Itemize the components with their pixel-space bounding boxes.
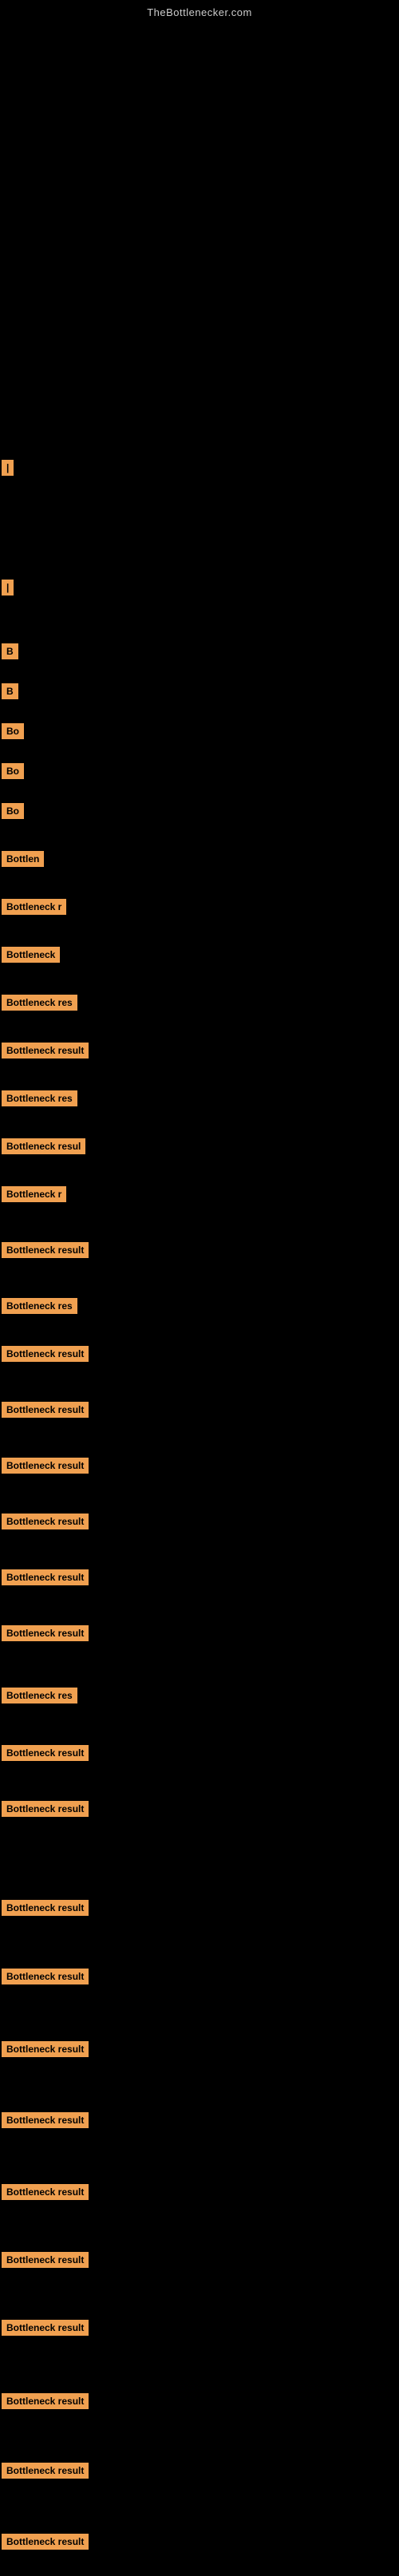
bottleneck-item: Bo bbox=[2, 764, 24, 778]
bottleneck-item: | bbox=[2, 580, 14, 595]
bottleneck-item: Bottleneck result bbox=[2, 2113, 89, 2127]
bottleneck-label: | bbox=[2, 580, 14, 596]
bottleneck-item: Bottleneck bbox=[2, 948, 60, 962]
bottleneck-item: Bottleneck result bbox=[2, 2253, 89, 2267]
bottleneck-label: Bottleneck res bbox=[2, 1090, 77, 1106]
bottleneck-item: Bottleneck result bbox=[2, 1043, 89, 1058]
bottleneck-label: Bottleneck result bbox=[2, 1625, 89, 1641]
bottleneck-item: Bottleneck res bbox=[2, 1299, 77, 1313]
bottleneck-label: Bo bbox=[2, 803, 24, 819]
bottleneck-label: Bottleneck result bbox=[2, 1346, 89, 1362]
bottleneck-item: Bottleneck result bbox=[2, 2185, 89, 2199]
bottleneck-label: Bottleneck result bbox=[2, 1745, 89, 1761]
bottleneck-item: Bottleneck result bbox=[2, 1514, 89, 1529]
bottleneck-item: Bottleneck result bbox=[2, 2321, 89, 2335]
bottleneck-item: Bottleneck result bbox=[2, 2463, 89, 2478]
bottleneck-label: Bottleneck res bbox=[2, 1298, 77, 1314]
bottleneck-label: Bottleneck result bbox=[2, 1458, 89, 1474]
bottleneck-item: Bottleneck result bbox=[2, 1458, 89, 1473]
bottleneck-item: | bbox=[2, 461, 14, 475]
bottleneck-label: Bottleneck result bbox=[2, 2320, 89, 2336]
bottleneck-label: Bottleneck result bbox=[2, 2393, 89, 2409]
bottleneck-label: B bbox=[2, 683, 18, 699]
bottleneck-item: B bbox=[2, 644, 18, 659]
bottleneck-item: Bottleneck result bbox=[2, 1969, 89, 1984]
bottleneck-label: Bottleneck result bbox=[2, 2184, 89, 2200]
bottleneck-item: Bottleneck result bbox=[2, 1746, 89, 1760]
bottleneck-label: Bottleneck result bbox=[2, 1801, 89, 1817]
bottleneck-label: | bbox=[2, 460, 14, 476]
bottleneck-item: Bottlen bbox=[2, 852, 44, 866]
bottleneck-label: Bottleneck r bbox=[2, 1186, 66, 1202]
bottleneck-item: Bottleneck result bbox=[2, 1570, 89, 1585]
bottleneck-label: Bottleneck bbox=[2, 947, 60, 963]
bottleneck-item: Bottleneck result bbox=[2, 2394, 89, 2408]
bottleneck-item: Bottleneck resul bbox=[2, 1139, 85, 1153]
bottleneck-label: B bbox=[2, 643, 18, 659]
bottleneck-label: Bottleneck result bbox=[2, 1242, 89, 1258]
bottleneck-item: Bo bbox=[2, 724, 24, 738]
bottleneck-item: Bottleneck result bbox=[2, 1626, 89, 1640]
bottleneck-label: Bottleneck result bbox=[2, 1402, 89, 1418]
bottleneck-label: Bo bbox=[2, 763, 24, 779]
bottleneck-label: Bottleneck result bbox=[2, 1900, 89, 1916]
bottleneck-item: Bottleneck result bbox=[2, 1802, 89, 1816]
bottleneck-item: Bottleneck result bbox=[2, 1901, 89, 1915]
bottleneck-label: Bottleneck result bbox=[2, 2041, 89, 2057]
bottleneck-item: Bottleneck result bbox=[2, 1403, 89, 1417]
bottleneck-item: Bottleneck r bbox=[2, 1187, 66, 1201]
bottleneck-label: Bottleneck result bbox=[2, 2463, 89, 2479]
bottleneck-item: Bottleneck res bbox=[2, 995, 77, 1010]
bottleneck-label: Bottleneck result bbox=[2, 2112, 89, 2128]
bottleneck-item: Bottleneck result bbox=[2, 2042, 89, 2056]
bottleneck-label: Bottleneck resul bbox=[2, 1138, 85, 1154]
bottleneck-label: Bottleneck res bbox=[2, 1688, 77, 1703]
bottleneck-label: Bo bbox=[2, 723, 24, 739]
bottleneck-label: Bottleneck result bbox=[2, 2252, 89, 2268]
bottleneck-item: Bottleneck result bbox=[2, 1347, 89, 1361]
bottleneck-label: Bottleneck result bbox=[2, 1569, 89, 1585]
bottleneck-label: Bottleneck res bbox=[2, 995, 77, 1011]
bottleneck-label: Bottleneck result bbox=[2, 2534, 89, 2550]
bottleneck-item: Bottleneck r bbox=[2, 900, 66, 914]
bottleneck-item: Bottleneck res bbox=[2, 1091, 77, 1106]
bottleneck-label: Bottleneck result bbox=[2, 1043, 89, 1058]
bottleneck-label: Bottleneck result bbox=[2, 1969, 89, 1984]
site-title: TheBottlenecker.com bbox=[0, 0, 399, 22]
bottleneck-item: Bo bbox=[2, 804, 24, 818]
bottleneck-label: Bottleneck result bbox=[2, 1514, 89, 1529]
bottleneck-label: Bottleneck r bbox=[2, 899, 66, 915]
bottleneck-item: Bottleneck result bbox=[2, 2534, 89, 2549]
bottleneck-label: Bottlen bbox=[2, 851, 44, 867]
bottleneck-item: B bbox=[2, 684, 18, 698]
bottleneck-item: Bottleneck res bbox=[2, 1688, 77, 1703]
bottleneck-item: Bottleneck result bbox=[2, 1243, 89, 1257]
items-container: | | B B Bo Bo Bo Bottlen Bottleneck r Bottleneck B… bbox=[0, 22, 399, 2576]
